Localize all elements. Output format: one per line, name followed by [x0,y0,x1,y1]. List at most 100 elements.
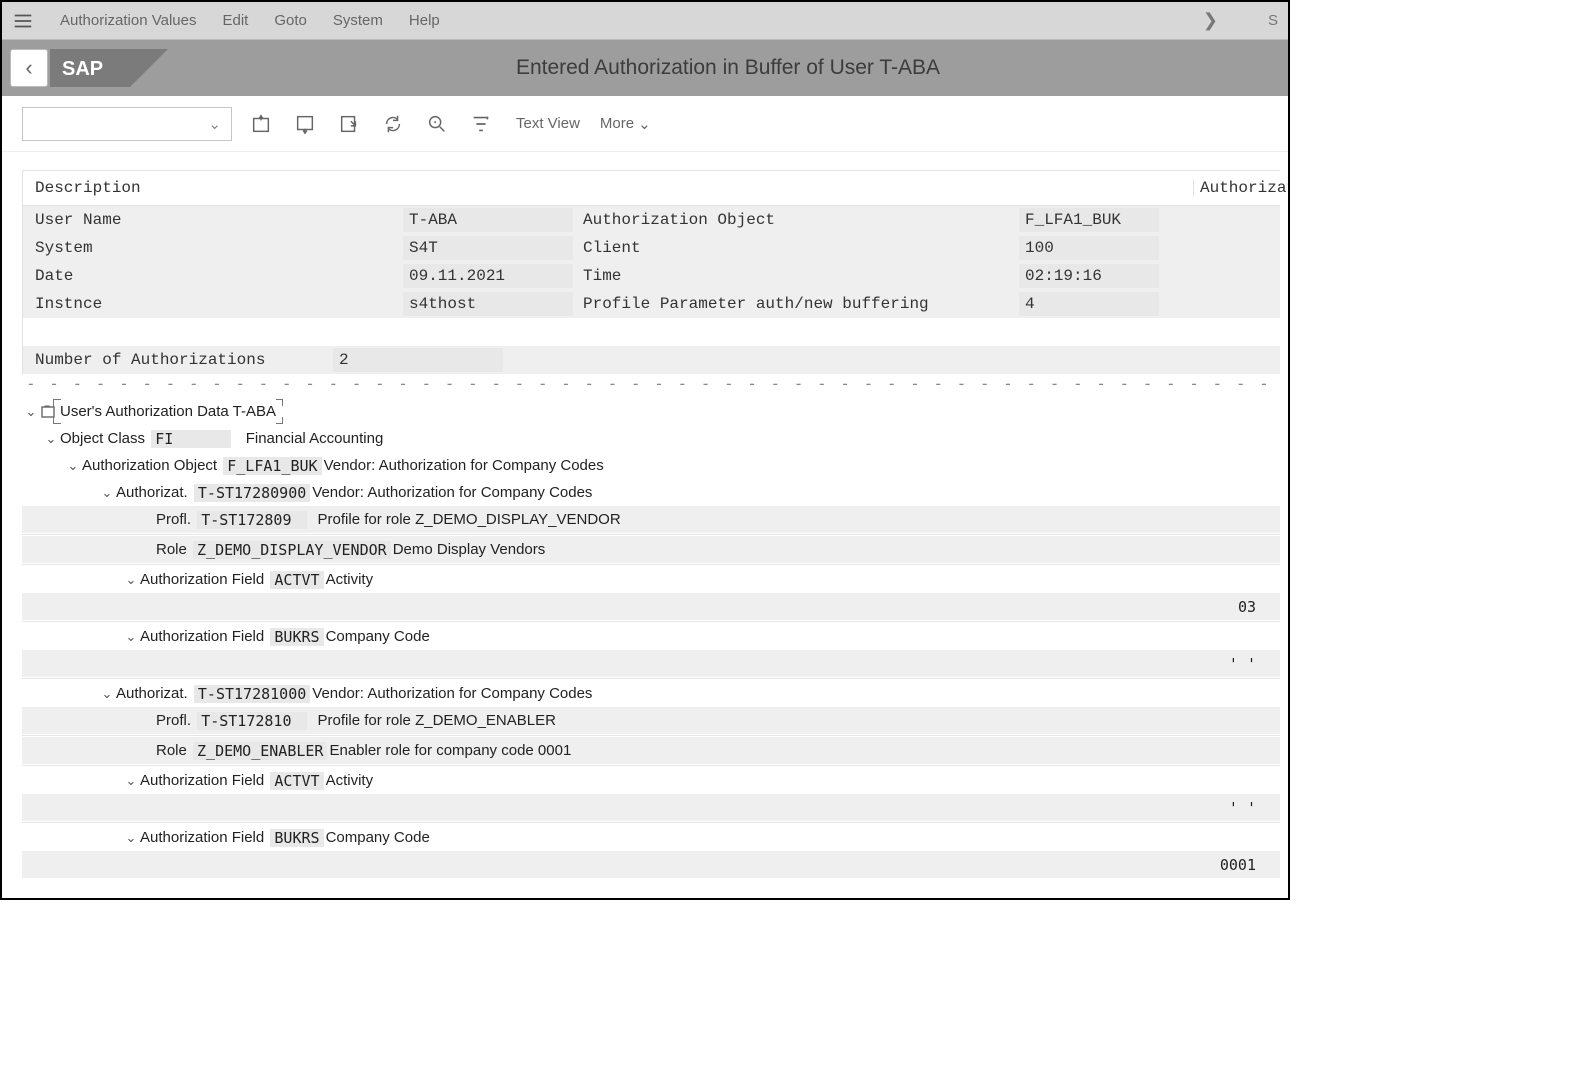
find-icon[interactable] [422,109,452,139]
tree-auth-object[interactable]: ⌄ Authorization Object F_LFA1_BUK Vendor… [22,452,1280,479]
chevron-down-icon: ⌄ [638,115,651,133]
auth-field-code: BUKRS [270,628,323,646]
label-system: System [23,239,403,257]
info-row: Instnce s4thost Profile Parameter auth/n… [23,290,1280,318]
tree-profl-1[interactable]: Profl. T-ST172809 Profile for role Z_DEM… [22,506,1280,533]
tree-value-row: ' ' [22,794,1280,821]
more-button[interactable]: More⌄ [600,115,651,133]
auth-field-label: Authorization Field [140,772,264,789]
authorizat-2-code: T-ST17281000 [194,685,310,703]
auth-value: ' ' [1229,799,1256,817]
hamburger-icon[interactable] [12,10,34,32]
menu-bar: Authorization Values Edit Goto System He… [2,2,1288,40]
tree-authorizat-2[interactable]: ⌄ Authorizat. T-ST17281000 Vendor: Autho… [22,680,1280,707]
export-icon[interactable] [334,109,364,139]
filter-icon[interactable] [466,109,496,139]
label-user-name: User Name [23,211,403,229]
chevron-down-icon: ⌄ [208,115,221,133]
app-frame: Authorization Values Edit Goto System He… [0,0,1290,900]
chevron-down-icon[interactable]: ⌄ [42,431,60,447]
menu-auth-values[interactable]: Authorization Values [60,12,196,29]
label-instance: Instnce [23,295,403,313]
tree-field-actvt-1[interactable]: ⌄ Authorization Field ACTVT Activity [22,566,1280,593]
object-class-code: FI [151,430,231,448]
column-headers: Description Authorizati [22,170,1280,206]
menu-scroll-right-icon[interactable]: ❯ [1203,10,1218,31]
menu-edit[interactable]: Edit [222,12,248,29]
profl-1-desc: Profile for role Z_DEMO_DISPLAY_VENDOR [318,511,621,528]
role-label: Role [156,742,187,759]
auth-count-row: Number of Authorizations 2 [23,346,1280,374]
label-auth-count: Number of Authorizations [23,351,333,369]
label-date: Date [23,267,403,285]
authorizat-label: Authorizat. [116,484,188,501]
profl-label: Profl. [156,511,191,528]
tree-authorizat-1[interactable]: ⌄ Authorizat. T-ST17280900 Vendor: Autho… [22,479,1280,506]
role-1-code: Z_DEMO_DISPLAY_VENDOR [193,541,391,559]
sap-logo: SAP [50,49,168,87]
value-profile-param: 4 [1019,292,1159,316]
chevron-down-icon[interactable]: ⌄ [98,686,116,702]
tree-root[interactable]: ⌄ User's Authorization Data T-ABA [22,398,1280,425]
value-time: 02:19:16 [1019,264,1159,288]
menu-help[interactable]: Help [409,12,440,29]
tree-profl-2[interactable]: Profl. T-ST172810 Profile for role Z_DEM… [22,707,1280,734]
tree-value-row: 03 [22,593,1280,620]
tree-field-bukrs-2[interactable]: ⌄ Authorization Field BUKRS Company Code [22,824,1280,851]
auth-object-desc: Vendor: Authorization for Company Codes [324,457,604,474]
title-bar: ‹ SAP Entered Authorization in Buffer of… [2,40,1288,96]
auth-field-label: Authorization Field [140,628,264,645]
value-user-name: T-ABA [403,208,573,232]
auth-value: 0001 [1220,856,1256,874]
auth-field-label: Authorization Field [140,829,264,846]
value-system: S4T [403,236,573,260]
info-row: System S4T Client 100 [23,234,1280,262]
menu-overflow-letter: S [1268,12,1278,29]
toolbar: ⌄ Text View More⌄ [2,96,1288,152]
page-title: Entered Authorization in Buffer of User … [168,56,1288,80]
auth-value: ' ' [1229,655,1256,673]
tree-role-2[interactable]: Role Z_DEMO_ENABLER Enabler role for com… [22,737,1280,764]
menu-system[interactable]: System [333,12,383,29]
tree-object-class[interactable]: ⌄ Object Class FI Financial Accounting [22,425,1280,452]
auth-field-desc: Activity [326,571,374,588]
tree-role-1[interactable]: Role Z_DEMO_DISPLAY_VENDOR Demo Display … [22,536,1280,563]
label-profile-param: Profile Parameter auth/new buffering [573,295,1019,313]
tree-field-bukrs-1[interactable]: ⌄ Authorization Field BUKRS Company Code [22,623,1280,650]
command-field[interactable]: ⌄ [22,107,232,141]
col-description[interactable]: Description [23,179,1194,197]
collapse-all-icon[interactable] [290,109,320,139]
chevron-down-icon[interactable]: ⌄ [64,458,82,474]
tree-root-label: User's Authorization Data T-ABA [56,402,280,421]
info-row: Date 09.11.2021 Time 02:19:16 [23,262,1280,290]
chevron-down-icon[interactable]: ⌄ [98,485,116,501]
menu-goto[interactable]: Goto [274,12,307,29]
chevron-down-icon[interactable]: ⌄ [122,773,140,789]
chevron-down-icon[interactable]: ⌄ [122,572,140,588]
expand-all-icon[interactable] [246,109,276,139]
auth-field-desc: Company Code [326,829,430,846]
separator-dashes: - - - - - - - - - - - - - - - - - - - - … [22,374,1280,398]
chevron-down-icon[interactable]: ⌄ [22,404,40,420]
auth-field-code: ACTVT [270,571,323,589]
authorizat-2-desc: Vendor: Authorization for Company Codes [312,685,592,702]
chevron-down-icon[interactable]: ⌄ [122,629,140,645]
chevron-down-icon[interactable]: ⌄ [122,830,140,846]
value-auth-count: 2 [333,348,503,372]
info-row: User Name T-ABA Authorization Object F_L… [23,206,1280,234]
tree-field-actvt-2[interactable]: ⌄ Authorization Field ACTVT Activity [22,767,1280,794]
back-button[interactable]: ‹ [10,49,48,87]
label-time: Time [573,267,1019,285]
authorizat-label: Authorizat. [116,685,188,702]
profl-2-desc: Profile for role Z_DEMO_ENABLER [318,712,556,729]
tree-value-row: ' ' [22,650,1280,677]
auth-object-label: Authorization Object [82,457,217,474]
text-view-button[interactable]: Text View [516,115,580,132]
object-class-desc: Financial Accounting [246,430,384,447]
value-auth-object: F_LFA1_BUK [1019,208,1159,232]
auth-field-code: BUKRS [270,829,323,847]
refresh-icon[interactable] [378,109,408,139]
profl-label: Profl. [156,712,191,729]
col-authorization[interactable]: Authorizati [1194,179,1280,197]
svg-text:SAP: SAP [62,58,103,80]
